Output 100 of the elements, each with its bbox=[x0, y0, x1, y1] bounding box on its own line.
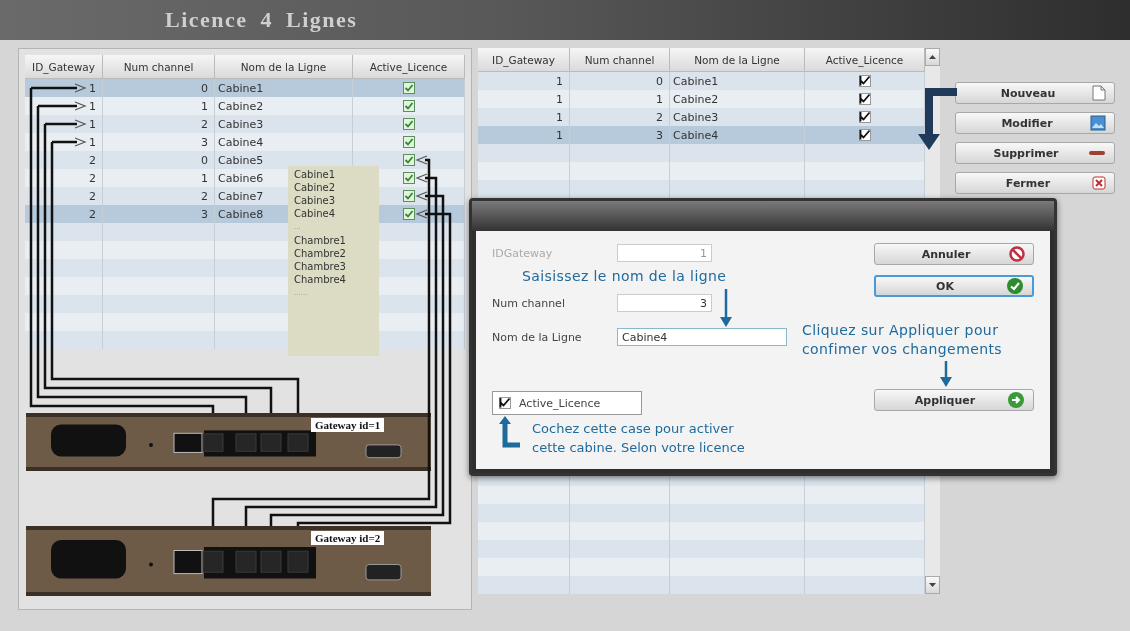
arrow-annotation bbox=[918, 88, 957, 150]
field-label: Num channel bbox=[492, 296, 566, 310]
note-text: Chambre2 bbox=[294, 247, 347, 260]
checkbox[interactable] bbox=[499, 397, 511, 409]
table-cell: Cabine4 bbox=[673, 128, 719, 142]
no-entry-icon bbox=[1009, 246, 1025, 262]
page-icon bbox=[1092, 85, 1106, 101]
table-cell: Cabine1 bbox=[673, 74, 719, 88]
table-cell: 2 bbox=[89, 171, 96, 185]
arrow-annotation bbox=[499, 416, 520, 448]
table-cell: 2 bbox=[89, 189, 96, 203]
new-button[interactable]: Nouveau bbox=[955, 82, 1115, 104]
table-cell: 3 bbox=[201, 135, 208, 149]
table-cell: 2 bbox=[89, 207, 96, 221]
table-cell: 0 bbox=[201, 81, 208, 95]
table-row[interactable]: 1 1 Cabine2 bbox=[478, 90, 925, 108]
table-row[interactable]: 1 3 Cabine4 bbox=[25, 133, 465, 151]
checkbox[interactable] bbox=[402, 208, 415, 220]
minus-icon bbox=[1088, 149, 1106, 157]
checkbox[interactable] bbox=[858, 93, 871, 105]
checkbox[interactable] bbox=[402, 154, 415, 166]
table-cell: 2 bbox=[656, 110, 663, 124]
table-cell: 1 bbox=[556, 110, 563, 124]
table-row[interactable]: 1 1 Cabine2 bbox=[25, 97, 465, 115]
column-header[interactable]: ID_Gateway bbox=[25, 55, 103, 79]
arrow-annotation bbox=[720, 289, 732, 327]
note-text: Cabine3 bbox=[294, 194, 337, 207]
table-cell: Cabine5 bbox=[218, 153, 264, 167]
table-cell: 2 bbox=[201, 117, 208, 131]
picture-icon bbox=[1090, 115, 1106, 131]
column-header[interactable]: Nom de la Ligne bbox=[215, 55, 353, 79]
column-header[interactable]: Num channel bbox=[103, 55, 215, 79]
table-cell: 1 bbox=[556, 74, 563, 88]
ok-button[interactable]: OK bbox=[874, 275, 1034, 297]
caret-down-icon bbox=[929, 583, 936, 587]
edit-button[interactable]: Modifier bbox=[955, 112, 1115, 134]
check-icon bbox=[1006, 277, 1024, 295]
table-row[interactable]: 1 2 Cabine3 bbox=[25, 115, 465, 133]
checkbox[interactable] bbox=[402, 172, 415, 184]
checkbox[interactable] bbox=[402, 100, 415, 112]
table-cell: 1 bbox=[656, 92, 663, 106]
table-cell: 3 bbox=[656, 128, 663, 142]
table-row[interactable]: 1 2 Cabine3 bbox=[478, 108, 925, 126]
field-label: IDGateway bbox=[492, 246, 554, 260]
column-header[interactable]: Num channel bbox=[570, 48, 670, 72]
scroll-up-button[interactable] bbox=[925, 48, 940, 66]
table-cell: 1 bbox=[89, 81, 96, 95]
table-cell: 0 bbox=[201, 153, 208, 167]
window-title: Licence 4 Lignes bbox=[165, 7, 358, 33]
scroll-down-button[interactable] bbox=[925, 576, 940, 594]
checkbox[interactable] bbox=[402, 118, 415, 130]
table-cell: 1 bbox=[556, 128, 563, 142]
table-cell: 1 bbox=[89, 135, 96, 149]
cancel-button[interactable]: Annuler bbox=[874, 243, 1034, 265]
table-cell: Cabine3 bbox=[218, 117, 264, 131]
table-cell: 0 bbox=[656, 74, 663, 88]
column-header[interactable]: ID_Gateway bbox=[478, 48, 570, 72]
column-header[interactable]: Nom de la Ligne bbox=[670, 48, 805, 72]
table-row[interactable]: 1 3 Cabine4 bbox=[478, 126, 925, 144]
checkbox[interactable] bbox=[858, 75, 871, 87]
note-text: Chambre4 bbox=[294, 273, 347, 286]
note-text: Chambre1 bbox=[294, 234, 347, 247]
input-field[interactable]: 3 bbox=[617, 294, 712, 312]
table-cell: Cabine8 bbox=[218, 207, 264, 221]
column-header[interactable]: Active_Licence bbox=[353, 55, 465, 79]
apply-button[interactable]: Appliquer bbox=[874, 389, 1034, 411]
checkbox-label[interactable]: Active_Licence bbox=[519, 396, 601, 410]
checkbox[interactable] bbox=[858, 129, 871, 141]
arrow-annotation bbox=[940, 361, 952, 387]
table-cell: Cabine6 bbox=[218, 171, 264, 185]
table-cell: Cabine2 bbox=[218, 99, 264, 113]
table-cell: Cabine1 bbox=[218, 81, 264, 95]
table-row[interactable]: 2 0 Cabine5 bbox=[25, 151, 465, 169]
table-cell: Cabine2 bbox=[673, 92, 719, 106]
table-cell: 1 bbox=[201, 171, 208, 185]
table-cell: 1 bbox=[201, 99, 208, 113]
input-field[interactable]: Cabine4 bbox=[617, 328, 787, 346]
column-header[interactable]: Active_Licence bbox=[805, 48, 925, 72]
checkbox[interactable] bbox=[402, 190, 415, 202]
delete-button[interactable]: Supprimer bbox=[955, 142, 1115, 164]
table-row[interactable]: 1 0 Cabine1 bbox=[25, 79, 465, 97]
checkbox[interactable] bbox=[402, 82, 415, 94]
note-text: Chambre3 bbox=[294, 260, 347, 273]
note-text: Cabine4 bbox=[294, 207, 337, 220]
table-cell: 1 bbox=[89, 99, 96, 113]
close-button[interactable]: Fermer bbox=[955, 172, 1115, 194]
field-label: Nom de la Ligne bbox=[492, 330, 583, 344]
table-cell: 1 bbox=[89, 117, 96, 131]
checkbox[interactable] bbox=[402, 136, 415, 148]
table-cell: Cabine7 bbox=[218, 189, 264, 203]
note-text: Cabine1 bbox=[294, 168, 337, 181]
gateway-label: Gateway id=2 bbox=[311, 531, 385, 545]
table-cell: 3 bbox=[201, 207, 208, 221]
annotation-text: Cliquez sur Appliquer pour confimer vos changements bbox=[802, 321, 1003, 359]
table-row[interactable]: 1 0 Cabine1 bbox=[478, 72, 925, 90]
table-cell: 2 bbox=[201, 189, 208, 203]
table-cell: 1 bbox=[556, 92, 563, 106]
table-cell: Cabine4 bbox=[218, 135, 264, 149]
annotation-text: Saisissez le nom de la ligne bbox=[522, 267, 727, 286]
checkbox[interactable] bbox=[858, 111, 871, 123]
